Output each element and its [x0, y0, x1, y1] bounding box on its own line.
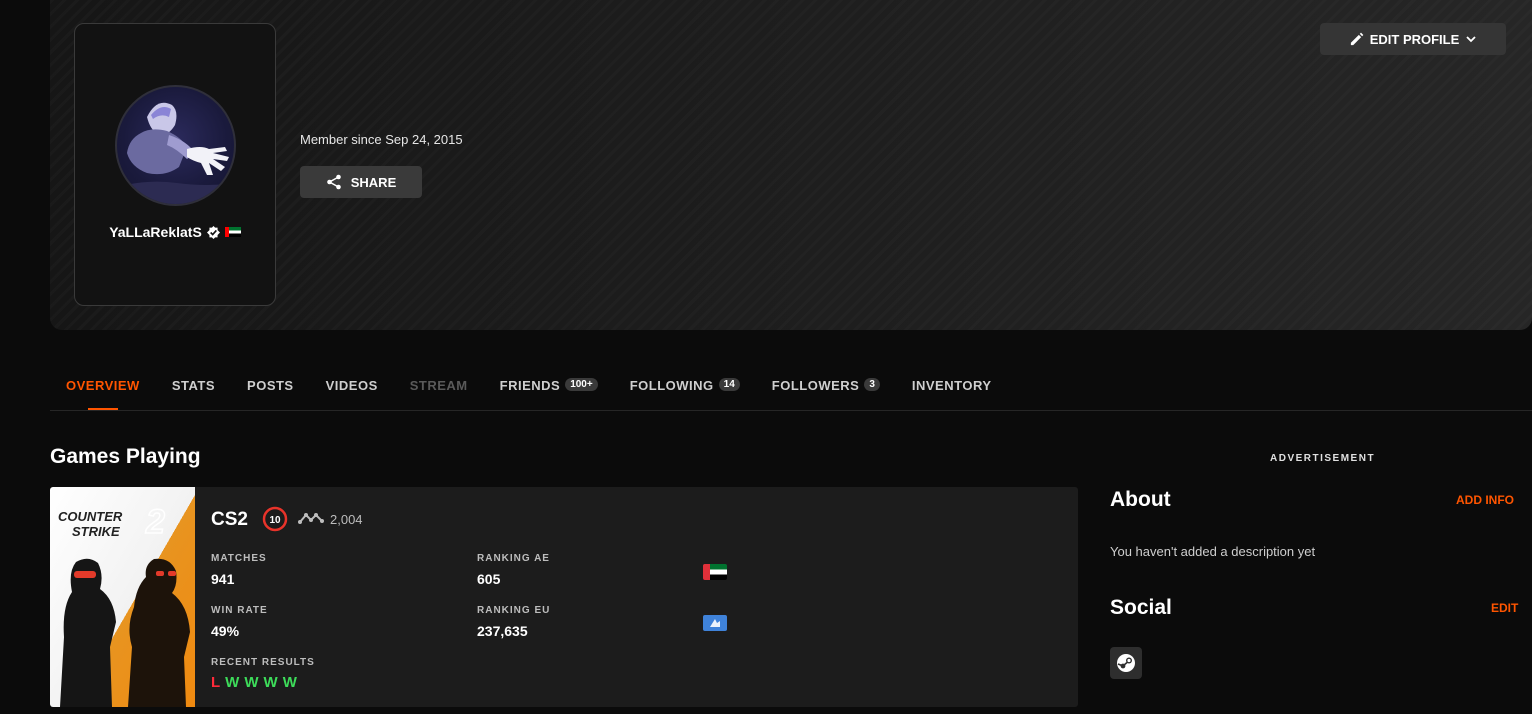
share-icon	[326, 174, 341, 190]
username: YaLLaReklatS	[109, 224, 202, 240]
tab-followers[interactable]: FOLLOWERS 3	[756, 366, 896, 410]
games-section-title: Games Playing	[50, 445, 201, 468]
ranking-eu-value: 237,635	[477, 623, 528, 639]
game-card-cs2[interactable]: COUNTER STRIKE 2 CS2 10 2,004 MATCHES 94…	[50, 487, 1078, 707]
member-since: Member since Sep 24, 2015	[300, 132, 463, 147]
tab-label: POSTS	[247, 378, 294, 393]
following-count-badge: 14	[718, 378, 740, 391]
tab-stats[interactable]: STATS	[156, 366, 231, 410]
tab-following[interactable]: FOLLOWING 14	[614, 366, 756, 410]
add-info-link[interactable]: ADD INFO	[1456, 493, 1514, 507]
matches-value: 941	[211, 571, 235, 587]
share-button[interactable]: SHARE	[300, 166, 422, 198]
game-name: CS2	[211, 509, 248, 530]
result-item: W	[244, 674, 259, 691]
ranking-eu-label: RANKING EU	[477, 605, 551, 616]
tab-friends[interactable]: FRIENDS 100+	[484, 366, 614, 410]
tab-label: FOLLOWING	[629, 378, 714, 393]
share-label: SHARE	[350, 174, 397, 190]
region-glyph-icon	[710, 619, 720, 627]
result-item: W	[282, 674, 297, 691]
friends-count-badge: 100+	[565, 378, 598, 391]
tab-label: VIDEOS	[325, 378, 378, 393]
recent-results-label: RECENT RESULTS	[211, 657, 315, 668]
matches-label: MATCHES	[211, 553, 267, 564]
advertisement-label: ADVERTISEMENT	[1270, 453, 1376, 464]
pencil-icon	[1350, 32, 1364, 45]
skill-level-value: 10	[269, 515, 281, 526]
winrate-label: WIN RATE	[211, 605, 268, 616]
eu-region-icon	[703, 615, 727, 631]
avatar[interactable]	[115, 85, 236, 206]
uae-flag-icon	[224, 227, 241, 237]
avatar-illustration-icon	[117, 102, 234, 204]
elo-value: 2,004	[330, 512, 363, 527]
result-item: W	[263, 674, 278, 691]
tab-label: INVENTORY	[911, 378, 992, 393]
elo-trend-icon	[298, 513, 324, 524]
edit-profile-label: EDIT PROFILE	[1369, 31, 1460, 47]
tab-inventory[interactable]: INVENTORY	[896, 366, 1008, 410]
steam-icon	[1117, 654, 1135, 672]
tab-label: STREAM	[409, 378, 468, 393]
profile-tabs: OVERVIEW STATS POSTS VIDEOS STREAM FRIEN…	[50, 366, 1532, 411]
result-item: W	[225, 674, 240, 691]
social-title: Social	[1110, 596, 1172, 619]
winrate-value: 49%	[211, 623, 240, 639]
verified-badge-icon	[206, 225, 220, 239]
profile-card: YaLLaReklatS	[74, 23, 276, 306]
soldiers-silhouette-icon	[60, 558, 190, 707]
username-row: YaLLaReklatS	[75, 224, 275, 240]
cs2-cover-art: COUNTER STRIKE 2	[50, 487, 195, 707]
edit-social-link[interactable]: EDIT	[1491, 601, 1518, 615]
uae-flag-icon	[703, 564, 727, 580]
tab-label: FOLLOWERS	[771, 378, 860, 393]
ranking-ae-label: RANKING AE	[477, 553, 550, 564]
recent-results: L W W W W	[211, 674, 297, 691]
edit-profile-button[interactable]: EDIT PROFILE	[1320, 23, 1506, 55]
tab-label: FRIENDS	[499, 378, 561, 393]
about-description: You haven't added a description yet	[1110, 544, 1316, 559]
chevron-down-icon	[1466, 36, 1476, 43]
about-title: About	[1110, 488, 1171, 511]
skill-level-10-icon: 10	[262, 506, 288, 532]
steam-link-button[interactable]	[1110, 647, 1142, 679]
profile-banner: YaLLaReklatS Member since Sep 24, 2015 S…	[50, 0, 1532, 330]
tab-overview[interactable]: OVERVIEW	[50, 366, 156, 410]
tab-posts[interactable]: POSTS	[231, 366, 310, 410]
followers-count-badge: 3	[864, 378, 880, 391]
tab-label: STATS	[171, 378, 216, 393]
result-item: L	[211, 674, 221, 691]
ranking-ae-value: 605	[477, 571, 501, 587]
tab-videos[interactable]: VIDEOS	[310, 366, 394, 410]
tab-label: OVERVIEW	[66, 378, 140, 393]
tab-stream: STREAM	[394, 366, 484, 410]
